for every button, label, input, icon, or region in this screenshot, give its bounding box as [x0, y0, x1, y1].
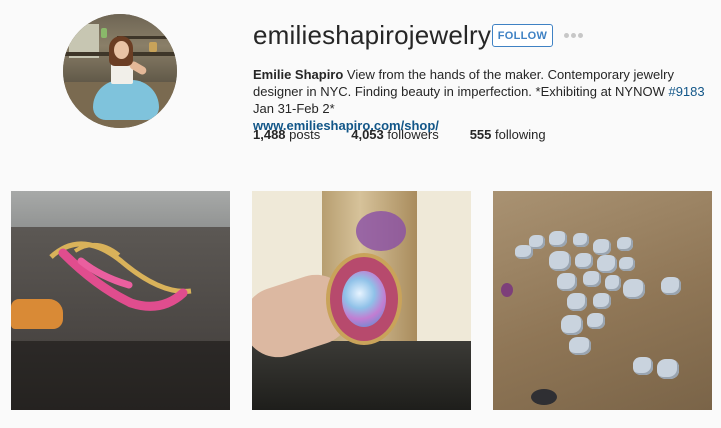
stat-followers-count: 4,053	[351, 127, 384, 142]
ellipsis-dot	[578, 33, 583, 38]
diamond	[575, 253, 593, 269]
post-thumbnail-rough-diamonds[interactable]	[493, 191, 712, 410]
profile-avatar[interactable]	[63, 14, 177, 128]
ellipsis-icon[interactable]	[564, 33, 584, 39]
diamond	[593, 293, 611, 309]
earrings-illustration	[49, 241, 192, 311]
ellipsis-dot	[564, 33, 569, 38]
stat-following-label: following	[491, 127, 546, 142]
stat-posts[interactable]: 1,488 posts	[253, 127, 320, 142]
profile-stats: 1,488 posts 4,053 followers 555 followin…	[253, 127, 577, 142]
stat-followers[interactable]: 4,053 followers	[351, 127, 438, 142]
diamond	[619, 257, 635, 271]
diamond	[597, 255, 617, 273]
avatar-jar	[101, 28, 107, 38]
diamond	[583, 271, 601, 287]
bio-text-end: Jan 31-Feb 2*	[253, 101, 335, 116]
post-thumbnail-opal-ring[interactable]	[252, 191, 471, 410]
diamond	[549, 231, 567, 247]
diamond	[549, 251, 571, 271]
diamond	[529, 235, 545, 249]
bio-hashtag-link[interactable]: #9183	[668, 84, 704, 99]
follow-button[interactable]: FOLLOW	[492, 24, 553, 47]
diamond	[573, 233, 589, 247]
diamond	[593, 239, 611, 255]
profile-bio: Emilie Shapiro View from the hands of th…	[253, 66, 715, 134]
diamond	[661, 277, 681, 295]
stat-posts-label: posts	[285, 127, 321, 142]
post-thumbnail-earrings[interactable]	[11, 191, 230, 410]
diamond	[569, 337, 591, 355]
stat-posts-count: 1,488	[253, 127, 286, 142]
ellipsis-dot	[571, 33, 576, 38]
bio-full-name: Emilie Shapiro	[253, 67, 344, 82]
photo-dark-object	[531, 389, 557, 405]
diamond	[657, 359, 679, 379]
diamond	[605, 275, 621, 291]
avatar-jar	[149, 42, 157, 52]
stat-following-count: 555	[469, 127, 492, 142]
diamond	[633, 357, 653, 375]
diamond	[561, 315, 583, 335]
avatar-person-face	[114, 41, 129, 59]
profile-username: emilieshapirojewelry	[253, 20, 492, 50]
diamond	[557, 273, 577, 291]
profile-page: emilieshapirojewelry FOLLOW Emilie Shapi…	[0, 0, 721, 428]
stat-following[interactable]: 555 following	[470, 127, 546, 142]
stat-followers-label: followers	[383, 127, 439, 142]
diamond	[587, 313, 605, 329]
diamond	[567, 293, 587, 311]
photo-purple-stain	[356, 211, 406, 251]
diamond	[623, 279, 645, 299]
photo-purple-stain	[501, 283, 513, 297]
photo-opal-stone	[342, 271, 386, 327]
diamond	[617, 237, 633, 251]
avatar-person-skirt	[93, 80, 159, 120]
